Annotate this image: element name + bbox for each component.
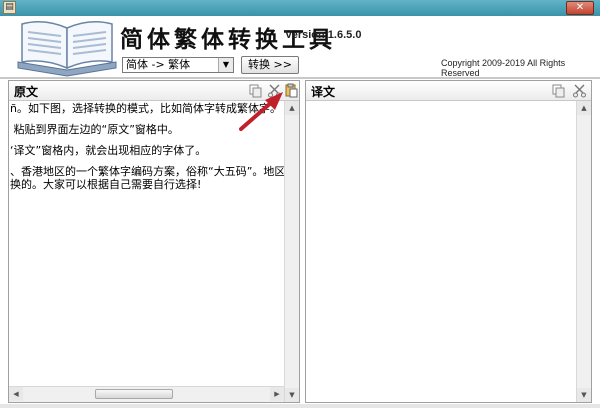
close-button[interactable]: ✕: [566, 1, 594, 15]
target-text-area[interactable]: [307, 101, 576, 402]
source-line: ‘译文”窗格内，就会出现相应的字体了。: [10, 144, 207, 157]
copyright-label: Copyright 2009-2019 All Rights Reserved: [441, 58, 566, 78]
scroll-left-icon[interactable]: ◀: [9, 387, 23, 401]
source-panel-title: 原文: [14, 85, 39, 99]
convert-button[interactable]: 转换 >>: [241, 56, 299, 74]
target-panel-title: 译文: [311, 85, 336, 99]
scroll-down-icon[interactable]: ▼: [285, 388, 299, 402]
scroll-thumb[interactable]: [95, 389, 173, 399]
cut-icon[interactable]: [572, 83, 587, 98]
target-vertical-scrollbar[interactable]: ▲ ▼: [576, 101, 591, 402]
status-bar: [0, 404, 600, 408]
app-book-icon[interactable]: ▤: [3, 1, 16, 14]
copy-icon[interactable]: [551, 83, 566, 98]
source-horizontal-scrollbar[interactable]: ◀ ▶: [9, 386, 284, 402]
scroll-right-icon[interactable]: ▶: [270, 387, 284, 401]
header-divider: [0, 77, 600, 79]
book-logo-icon: [17, 21, 117, 77]
mode-select-value: 简体 -> 繁体: [126, 58, 191, 71]
source-text-area[interactable]: ñ。如下图，选择转换的模式，比如简体字转成繁体字。 粘贴到界面左边的“原文”窗格…: [10, 101, 284, 386]
target-panel-header: 译文: [306, 81, 591, 101]
source-line: 粘贴到界面左边的“原文”窗格中。: [10, 123, 179, 136]
mode-select[interactable]: 简体 -> 繁体 ▼: [122, 57, 234, 73]
source-vertical-scrollbar[interactable]: ▲ ▼: [284, 101, 299, 402]
scroll-down-icon[interactable]: ▼: [577, 388, 591, 402]
window-titlebar[interactable]: ▤ ✕: [0, 0, 600, 16]
source-panel: 原文 ñ。如下图，选择转换的模式，比如简体字转成繁体字。 粘贴到界面左边的“原文…: [8, 80, 300, 403]
scroll-up-icon[interactable]: ▲: [577, 101, 591, 115]
annotation-arrow: [239, 92, 283, 131]
source-line: 换的。大家可以根据自己需要自行选择!: [10, 178, 202, 191]
source-line: 、香港地区的一个繁体字编码方案，俗称“大五码”。地区标: [10, 165, 284, 178]
chevron-down-icon[interactable]: ▼: [218, 58, 233, 72]
target-panel: 译文 ▲ ▼: [305, 80, 592, 403]
version-label: Version 1.6.5.0: [285, 29, 362, 41]
app-header: 简体繁体转换工具 Version 1.6.5.0 Copyright 2009-…: [0, 16, 600, 78]
